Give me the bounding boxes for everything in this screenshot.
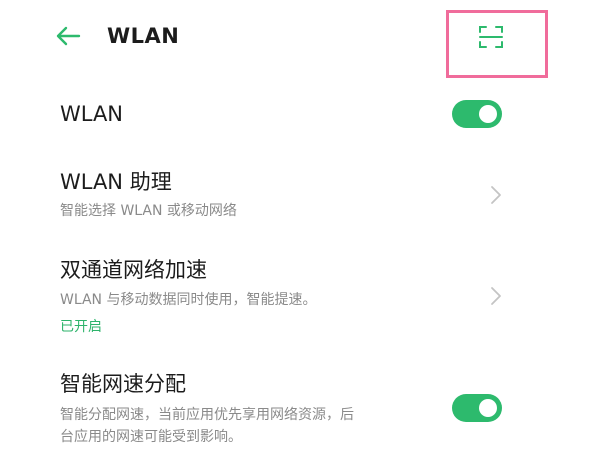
wlan-assistant-chevron (488, 184, 504, 206)
arrow-left-icon (56, 26, 81, 46)
wlan-row-title: WLAN (60, 102, 124, 126)
smart-allocation-row[interactable]: 智能网速分配 智能分配网速，当前应用优先享用网络资源，后 台应用的网速可能受到影… (0, 370, 600, 450)
page-title: WLAN (107, 24, 180, 48)
wlan-row[interactable]: WLAN (0, 96, 600, 136)
dual-channel-subtitle: WLAN 与移动数据同时使用，智能提速。 (60, 292, 317, 308)
dual-channel-row[interactable]: 双通道网络加速 WLAN 与移动数据同时使用，智能提速。 已开启 (0, 256, 600, 340)
wlan-assistant-subtitle: 智能选择 WLAN 或移动网络 (60, 203, 237, 219)
scan-button[interactable] (476, 22, 506, 52)
chevron-right-icon (491, 287, 501, 305)
wlan-settings-screen: WLAN WLAN WLAN 助理 智能选择 WLAN 或移动网络 双通道网络加… (0, 0, 600, 450)
toggle-knob (479, 399, 497, 417)
smart-allocation-toggle[interactable] (452, 394, 502, 422)
wlan-toggle[interactable] (452, 100, 502, 128)
toggle-knob (479, 105, 497, 123)
scan-qr-icon (479, 26, 503, 48)
header-bar: WLAN (0, 0, 600, 80)
wlan-assistant-title: WLAN 助理 (60, 170, 172, 194)
dual-channel-title: 双通道网络加速 (60, 258, 207, 282)
smart-allocation-subtitle-line2: 台应用的网速可能受到影响。 (60, 429, 242, 445)
wlan-assistant-row[interactable]: WLAN 助理 智能选择 WLAN 或移动网络 (0, 166, 600, 226)
smart-allocation-title: 智能网速分配 (60, 372, 186, 396)
smart-allocation-subtitle-line1: 智能分配网速，当前应用优先享用网络资源，后 (60, 407, 354, 423)
back-button[interactable] (52, 22, 84, 50)
dual-channel-status: 已开启 (60, 319, 102, 335)
chevron-right-icon (491, 186, 501, 204)
dual-channel-chevron (488, 285, 504, 307)
